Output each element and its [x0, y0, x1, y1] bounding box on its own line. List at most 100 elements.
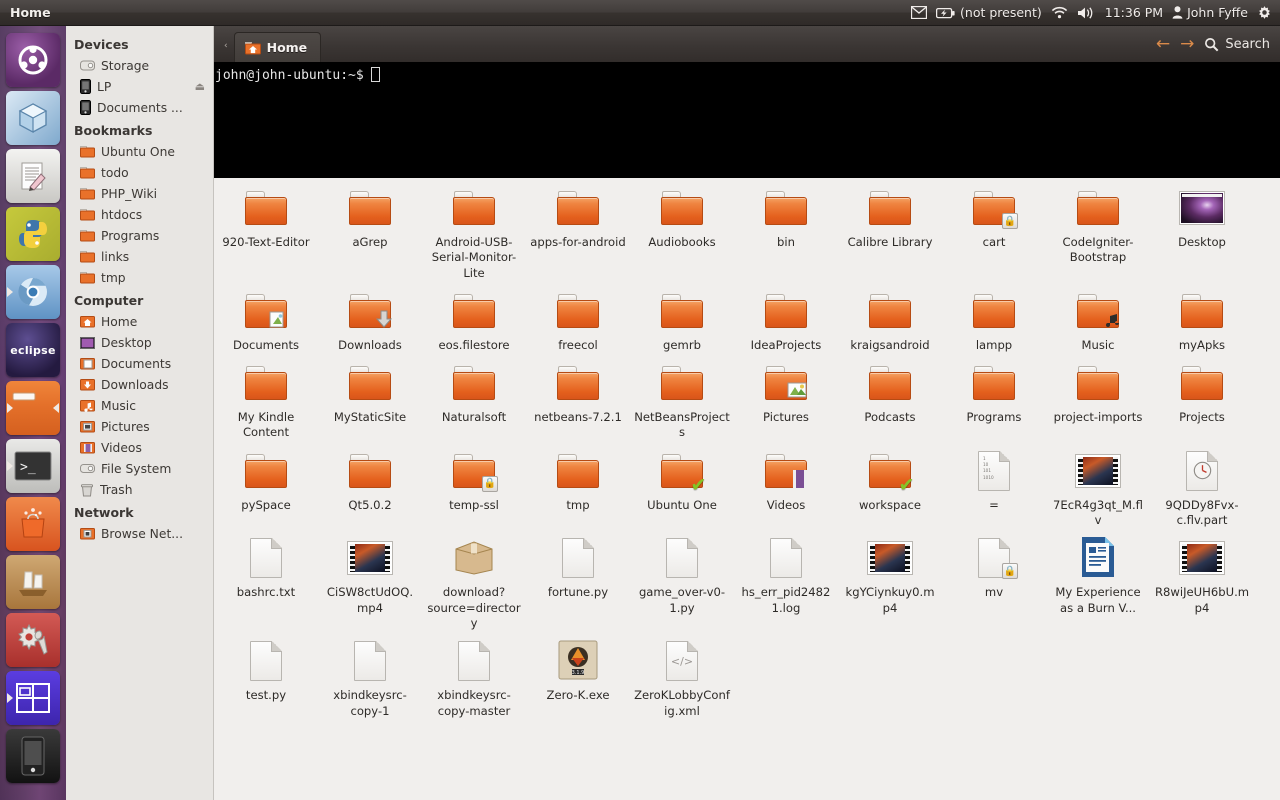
sidebar-item-videos[interactable]: Videos	[66, 437, 213, 458]
file-item[interactable]: NetBeansProjects	[630, 353, 734, 441]
file-item[interactable]: IdeaProjects	[734, 281, 838, 353]
sidebar-item-ubuntu-one[interactable]: Ubuntu One	[66, 141, 213, 162]
file-item[interactable]: xbindkeysrc-copy-master	[422, 631, 526, 719]
clock-indicator[interactable]: 11:36 PM	[1105, 5, 1163, 20]
launcher-item-software-center[interactable]	[6, 497, 60, 551]
sidebar-item-trash[interactable]: Trash	[66, 479, 213, 500]
file-item[interactable]: ✔ Ubuntu One	[630, 441, 734, 529]
launcher-item-eclipse[interactable]: eclipse	[6, 323, 60, 377]
sidebar-item-php-wiki[interactable]: PHP_Wiki	[66, 183, 213, 204]
sidebar-item-documents[interactable]: Documents	[66, 353, 213, 374]
file-item[interactable]: My Kindle Content	[214, 353, 318, 441]
file-item[interactable]: apps-for-android	[526, 178, 630, 281]
file-item[interactable]: Documents	[214, 281, 318, 353]
terminal-window[interactable]: john@john-ubuntu:~$	[214, 62, 1280, 178]
search-button[interactable]: Search	[1204, 37, 1270, 52]
file-item[interactable]: freecol	[526, 281, 630, 353]
eject-icon[interactable]: ⏏	[195, 80, 205, 93]
file-item[interactable]: 920-Text-Editor	[214, 178, 318, 281]
messaging-indicator[interactable]	[911, 6, 928, 19]
tab-scroll-left-icon[interactable]: ‹	[222, 41, 234, 62]
file-item[interactable]: Audiobooks	[630, 178, 734, 281]
launcher-item-text-editor[interactable]	[6, 149, 60, 203]
file-item[interactable]: Programs	[942, 353, 1046, 441]
file-item[interactable]: CodeIgniter-Bootstrap	[1046, 178, 1150, 281]
launcher-item-chromium[interactable]	[6, 265, 60, 319]
file-item[interactable]: 🔒 temp-ssl	[422, 441, 526, 529]
file-item[interactable]: project-imports	[1046, 353, 1150, 441]
sidebar-item-music[interactable]: Music	[66, 395, 213, 416]
file-item[interactable]: 1 10 101 1010 =	[942, 441, 1046, 529]
file-item[interactable]: ✔ workspace	[838, 441, 942, 529]
file-item[interactable]: Videos	[734, 441, 838, 529]
file-item[interactable]: 9QDDy8Fvx-c.flv.part	[1150, 441, 1254, 529]
file-item[interactable]: </> ZeroKLobbyConfig.xml	[630, 631, 734, 719]
network-indicator[interactable]	[1051, 6, 1068, 19]
launcher-item-freecol[interactable]	[6, 555, 60, 609]
sidebar-item-programs[interactable]: Programs	[66, 225, 213, 246]
launcher-item-files[interactable]	[6, 381, 60, 435]
launcher-item-virtualbox[interactable]	[6, 91, 60, 145]
file-item[interactable]: CiSW8ctUdOQ.mp4	[318, 528, 422, 631]
sidebar-item-downloads[interactable]: Downloads	[66, 374, 213, 395]
panel-window-title[interactable]: Home	[10, 5, 51, 20]
file-item[interactable]: Downloads	[318, 281, 422, 353]
file-item[interactable]: Desktop	[1150, 178, 1254, 281]
sidebar-item-pictures[interactable]: Pictures	[66, 416, 213, 437]
file-item[interactable]: Projects	[1150, 353, 1254, 441]
file-item[interactable]: 🔒 cart	[942, 178, 1046, 281]
sidebar-item-home[interactable]: Home	[66, 311, 213, 332]
file-item[interactable]: hs_err_pid24821.log	[734, 528, 838, 631]
file-item[interactable]: xbindkeysrc-copy-1	[318, 631, 422, 719]
file-item[interactable]: myApks	[1150, 281, 1254, 353]
file-item[interactable]: netbeans-7.2.1	[526, 353, 630, 441]
launcher-item-dash-home[interactable]	[6, 33, 60, 87]
forward-button[interactable]: →	[1180, 36, 1194, 53]
battery-indicator[interactable]: (not present)	[936, 5, 1042, 20]
file-item[interactable]: 🔒 mv	[942, 528, 1046, 631]
file-item[interactable]: 7EcR4g3qt_M.flv	[1046, 441, 1150, 529]
launcher-item-device[interactable]	[6, 729, 60, 783]
file-item[interactable]: pySpace	[214, 441, 318, 529]
file-item[interactable]: game_over-v0-1.py	[630, 528, 734, 631]
file-item[interactable]: My Experience as a Burn V...	[1046, 528, 1150, 631]
file-item[interactable]: tmp	[526, 441, 630, 529]
file-item[interactable]: lampp	[942, 281, 1046, 353]
file-icon-view[interactable]: 920-Text-Editor aGrep Android-USB-Serial…	[214, 178, 1280, 800]
file-item[interactable]: fortune.py	[526, 528, 630, 631]
file-item[interactable]: test.py	[214, 631, 318, 719]
file-item[interactable]: kraigsandroid	[838, 281, 942, 353]
launcher-item-system-settings[interactable]	[6, 613, 60, 667]
sidebar-item-desktop[interactable]: Desktop	[66, 332, 213, 353]
file-item[interactable]: bashrc.txt	[214, 528, 318, 631]
file-item[interactable]: Calibre Library	[838, 178, 942, 281]
file-item[interactable]: Podcasts	[838, 353, 942, 441]
file-item[interactable]: aGrep	[318, 178, 422, 281]
launcher-item-trash[interactable]	[6, 787, 60, 800]
file-item[interactable]: 3.1.9 Zero-K.exe	[526, 631, 630, 719]
file-item[interactable]: MyStaticSite	[318, 353, 422, 441]
launcher-item-python[interactable]	[6, 207, 60, 261]
sidebar-item-links[interactable]: links	[66, 246, 213, 267]
sidebar-item-storage[interactable]: Storage	[66, 55, 213, 76]
launcher-item-terminal[interactable]: >_	[6, 439, 60, 493]
file-item[interactable]: kgYCiynkuy0.mp4	[838, 528, 942, 631]
volume-indicator[interactable]	[1077, 6, 1096, 20]
file-item[interactable]: eos.filestore	[422, 281, 526, 353]
system-menu-indicator[interactable]	[1257, 5, 1272, 20]
sidebar-item-tmp[interactable]: tmp	[66, 267, 213, 288]
sidebar-item-browse-network[interactable]: Browse Net...	[66, 523, 213, 544]
file-item[interactable]: Pictures	[734, 353, 838, 441]
back-button[interactable]: ←	[1156, 36, 1170, 53]
file-item[interactable]: Music	[1046, 281, 1150, 353]
sidebar-item-lp[interactable]: LP ⏏	[66, 76, 213, 97]
file-item[interactable]: download?source=directory	[422, 528, 526, 631]
sidebar-item-todo[interactable]: todo	[66, 162, 213, 183]
file-item[interactable]: bin	[734, 178, 838, 281]
file-item[interactable]: Qt5.0.2	[318, 441, 422, 529]
file-item[interactable]: Naturalsoft	[422, 353, 526, 441]
tab-home[interactable]: Home	[233, 32, 322, 62]
launcher-item-workspace-switcher[interactable]	[6, 671, 60, 725]
file-item[interactable]: Android-USB-Serial-Monitor-Lite	[422, 178, 526, 281]
file-item[interactable]: R8wiJeUH6bU.mp4	[1150, 528, 1254, 631]
